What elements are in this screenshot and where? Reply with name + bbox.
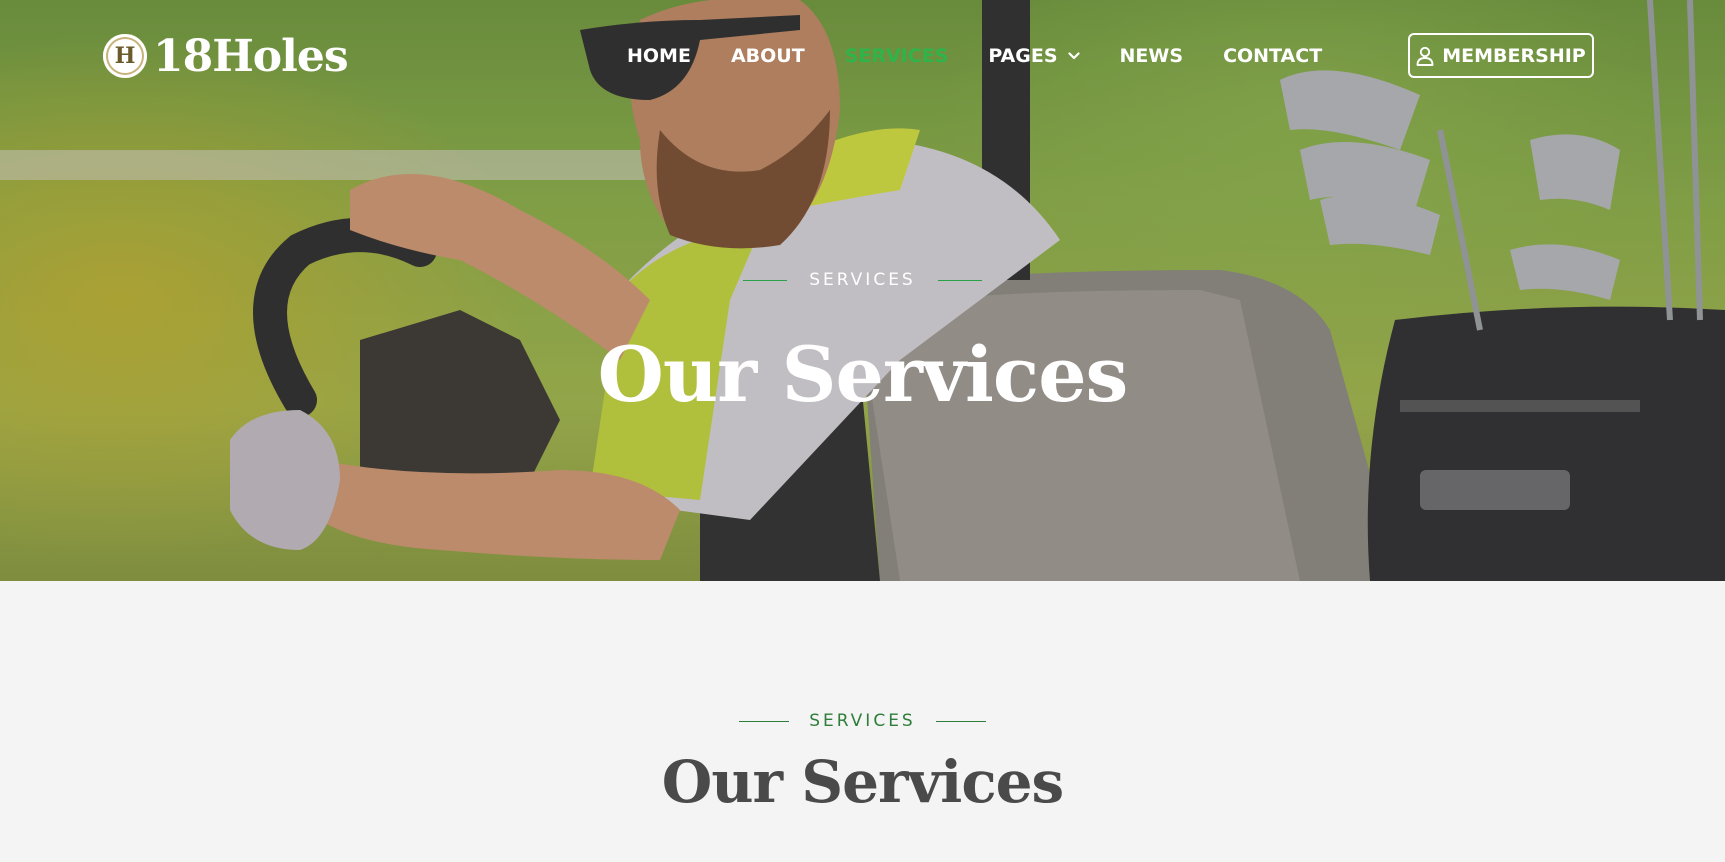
- nav-item-news[interactable]: NEWS: [1120, 45, 1184, 67]
- logo-badge-icon: H: [103, 34, 147, 78]
- hero-eyebrow: SERVICES: [0, 270, 1725, 290]
- section-eyebrow: SERVICES: [0, 711, 1725, 731]
- user-icon: [1416, 46, 1434, 66]
- section-title: Our Services: [661, 748, 1064, 816]
- eyebrow-divider-right: [937, 279, 982, 281]
- membership-button[interactable]: MEMBERSHIP: [1408, 33, 1594, 78]
- nav-item-pages[interactable]: PAGES: [988, 45, 1080, 67]
- hero-eyebrow-text: SERVICES: [809, 270, 916, 290]
- eyebrow-divider-left: [743, 279, 788, 281]
- hero-title: Our Services: [597, 330, 1129, 419]
- nav-item-services[interactable]: SERVICES: [845, 45, 949, 67]
- nav-item-pages-label: PAGES: [988, 45, 1058, 67]
- membership-label: MEMBERSHIP: [1442, 44, 1586, 67]
- chevron-down-icon: [1067, 52, 1080, 60]
- section-eyebrow-text: SERVICES: [809, 711, 916, 731]
- nav-item-home[interactable]: HOME: [627, 45, 691, 67]
- section-divider-left: [739, 720, 790, 722]
- site-logo[interactable]: H 18Holes: [103, 30, 349, 82]
- section-divider-right: [935, 720, 986, 722]
- nav-item-about[interactable]: ABOUT: [731, 45, 805, 67]
- main-nav: HOME ABOUT SERVICES PAGES NEWS CONTACT: [627, 40, 1362, 72]
- nav-item-contact[interactable]: CONTACT: [1223, 45, 1322, 67]
- hero-overlay: [0, 0, 1725, 581]
- logo-text: 18Holes: [153, 30, 349, 82]
- hero-banner: H 18Holes HOME ABOUT SERVICES PAGES NEWS…: [0, 0, 1725, 581]
